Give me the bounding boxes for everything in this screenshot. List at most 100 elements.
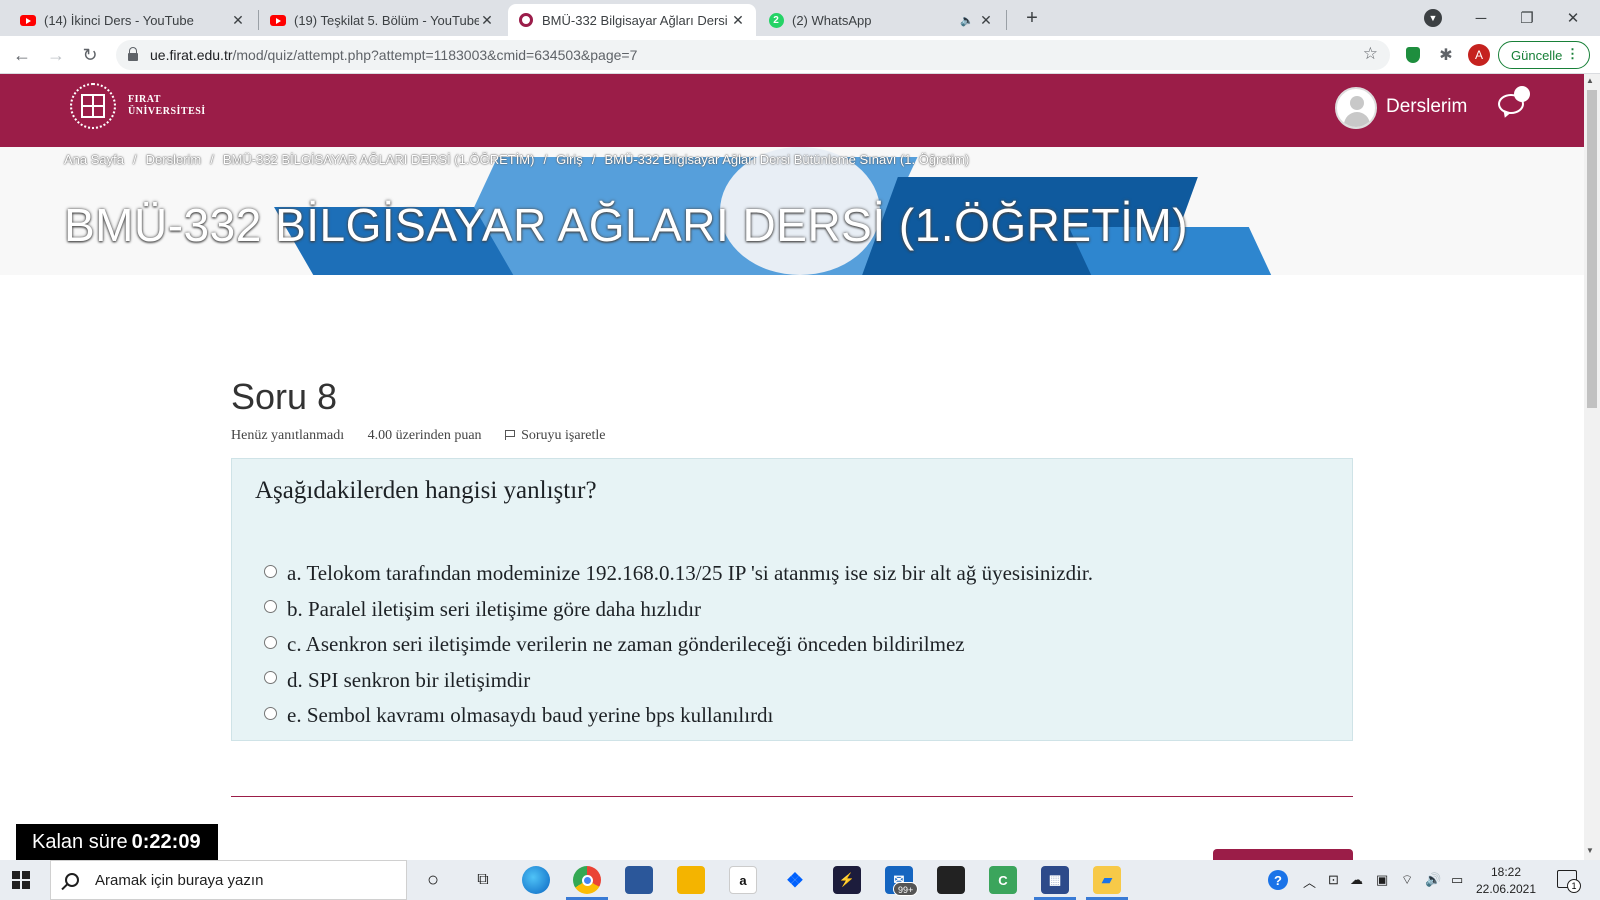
flag-icon bbox=[505, 430, 516, 440]
answer-label: b. Paralel iletişim seri iletişime göre … bbox=[287, 596, 702, 621]
notification-count: 1 bbox=[1567, 879, 1581, 893]
browser-tab-strip: (14) İkinci Ders - YouTube ✕ (19) Teşkil… bbox=[0, 0, 1600, 36]
profile-avatar[interactable]: A bbox=[1468, 44, 1490, 66]
breadcrumb-course[interactable]: BMÜ-332 BİLGİSAYAR AĞLARI DERSİ (1.ÖĞRET… bbox=[223, 152, 535, 167]
chevron-up-icon[interactable]: ︿ bbox=[1303, 872, 1316, 891]
answer-option-c[interactable]: c. Asenkron seri iletişimde verilerin ne… bbox=[264, 627, 1093, 663]
back-arrow-icon[interactable]: ← bbox=[10, 43, 34, 67]
onedrive-cloud-icon[interactable]: ☁ bbox=[1350, 872, 1363, 888]
tab-separator bbox=[258, 10, 259, 30]
file-explorer-icon[interactable] bbox=[677, 866, 705, 894]
store-bag-icon[interactable] bbox=[937, 866, 965, 894]
breadcrumb-home[interactable]: Ana Sayfa bbox=[64, 152, 124, 167]
speaker-icon[interactable]: 🔈 bbox=[956, 14, 978, 27]
battery-icon[interactable]: ▭ bbox=[1451, 872, 1463, 888]
tab-close-icon[interactable]: ✕ bbox=[479, 12, 495, 29]
window-close-icon[interactable]: ✕ bbox=[1550, 0, 1596, 36]
scrollbar-thumb[interactable] bbox=[1587, 90, 1597, 408]
scroll-up-arrow-icon[interactable]: ▲ bbox=[1586, 76, 1594, 85]
question-text: Aşağıdakilerden hangisi yanlıştır? bbox=[255, 477, 597, 504]
restore-icon[interactable]: ❐ bbox=[1504, 0, 1550, 36]
tab-close-icon[interactable]: ✕ bbox=[230, 12, 246, 29]
bookmark-star-icon[interactable]: ☆ bbox=[1363, 44, 1378, 64]
browser-tab-whatsapp[interactable]: 2 (2) WhatsApp 🔈 ✕ bbox=[758, 4, 1004, 36]
question-box: Aşağıdakilerden hangisi yanlıştır? a. Te… bbox=[231, 458, 1353, 741]
forward-arrow-icon[interactable]: → bbox=[44, 43, 68, 67]
amazon-icon[interactable]: a bbox=[729, 866, 757, 894]
search-placeholder: Aramak için buraya yazın bbox=[95, 871, 264, 889]
system-clock[interactable]: 18:22 22.06.2021 bbox=[1473, 864, 1539, 898]
browser-tab-youtube-1[interactable]: (14) İkinci Ders - YouTube ✕ bbox=[10, 4, 256, 36]
task-view-icon[interactable]: ⧉ bbox=[469, 866, 497, 894]
tab-close-icon[interactable]: ✕ bbox=[978, 12, 994, 29]
chrome-browser-icon[interactable] bbox=[573, 866, 601, 894]
course-title: BMÜ-332 BİLGİSAYAR AĞLARI DERSİ (1.ÖĞRET… bbox=[64, 199, 1189, 251]
cortana-circle-icon[interactable]: ○ bbox=[419, 866, 447, 894]
reload-icon[interactable]: ↻ bbox=[78, 43, 102, 67]
tab-close-icon[interactable]: ✕ bbox=[730, 12, 746, 29]
answer-option-d[interactable]: d. SPI senkron bir iletişimdir bbox=[264, 663, 1093, 699]
windows-start-icon[interactable] bbox=[12, 871, 30, 889]
tab-title: (2) WhatsApp bbox=[792, 12, 872, 28]
lock-icon bbox=[128, 47, 138, 61]
radio-button[interactable] bbox=[264, 706, 277, 720]
answer-label: d. SPI senkron bir iletişimdir bbox=[287, 667, 531, 692]
display-icon[interactable]: ▣ bbox=[1376, 872, 1388, 888]
logo-text: FIRAT ÜNİVERSİTESİ bbox=[128, 94, 206, 117]
youtube-icon bbox=[270, 12, 286, 28]
update-button[interactable]: Güncelle ⋮ bbox=[1498, 41, 1590, 69]
tab-title: BMÜ-332 Bilgisayar Ağları Dersi B bbox=[542, 12, 730, 28]
flag-question-link[interactable]: Soruyu işaretle bbox=[505, 428, 625, 443]
tab-title: (19) Teşkilat 5. Bölüm - YouTube bbox=[294, 12, 479, 28]
address-bar[interactable]: ue.firat.edu.tr/mod/quiz/attempt.php?att… bbox=[116, 40, 1390, 70]
url-path: /mod/quiz/attempt.php?attempt=1183003&cm… bbox=[232, 47, 638, 63]
firat-favicon-icon bbox=[518, 12, 534, 28]
puzzle-extensions-icon[interactable]: ✱ bbox=[1436, 45, 1456, 65]
question-heading: Soru 8 bbox=[231, 376, 338, 417]
wifi-icon[interactable]: ⌔ bbox=[1401, 872, 1413, 888]
timer-value: 0:22:09 bbox=[131, 830, 201, 853]
minimize-icon[interactable]: ─ bbox=[1458, 0, 1504, 36]
terminal-app-icon[interactable]: ⚡ bbox=[833, 866, 861, 894]
tab-separator bbox=[1006, 10, 1007, 30]
answer-option-b[interactable]: b. Paralel iletişim seri iletişime göre … bbox=[264, 592, 1093, 628]
browser-tab-youtube-2[interactable]: (19) Teşkilat 5. Bölüm - YouTube ✕ bbox=[260, 4, 505, 36]
window-app-icon[interactable] bbox=[625, 866, 653, 894]
timer-label: Kalan süre bbox=[32, 830, 128, 853]
volume-icon[interactable]: 🔊 bbox=[1425, 872, 1441, 888]
university-logo[interactable]: FIRAT ÜNİVERSİTESİ bbox=[70, 83, 206, 129]
breadcrumb-quiz[interactable]: BMÜ-332 Bilgisayar Ağları Dersi Bütünlem… bbox=[604, 152, 969, 167]
next-page-button[interactable] bbox=[1213, 849, 1353, 860]
user-avatar[interactable] bbox=[1335, 87, 1377, 129]
answer-option-e[interactable]: e. Sembol kavramı olmasaydı baud yerine … bbox=[264, 698, 1093, 734]
browser-tab-active-quiz[interactable]: BMÜ-332 Bilgisayar Ağları Dersi B ✕ bbox=[508, 4, 756, 36]
radio-button[interactable] bbox=[264, 564, 277, 578]
radio-button[interactable] bbox=[264, 635, 277, 649]
scroll-down-arrow-icon[interactable]: ▼ bbox=[1586, 846, 1594, 855]
breadcrumb-giris[interactable]: Giriş bbox=[556, 152, 583, 167]
calculator-icon[interactable]: ▦ bbox=[1041, 866, 1069, 894]
help-icon[interactable]: ? bbox=[1268, 870, 1288, 890]
question-points: 4.00 üzerinden puan bbox=[367, 428, 482, 443]
radio-button[interactable] bbox=[264, 600, 277, 614]
new-tab-button[interactable]: + bbox=[1018, 6, 1046, 32]
kebab-menu-icon[interactable]: ⋮ bbox=[1566, 46, 1579, 62]
radio-button[interactable] bbox=[264, 671, 277, 685]
breadcrumb-derslerim[interactable]: Derslerim bbox=[146, 152, 202, 167]
browser-toolbar: ← → ↻ ue.firat.edu.tr/mod/quiz/attempt.p… bbox=[0, 36, 1600, 74]
question-info: Henüz yanıtlanmadı 4.00 üzerinden puan S… bbox=[231, 428, 645, 444]
meet-now-icon[interactable]: ⊡ bbox=[1328, 872, 1339, 888]
mail-badge: 99+ bbox=[893, 882, 919, 896]
university-seal-icon bbox=[70, 83, 116, 129]
camtasia-icon[interactable]: C bbox=[989, 866, 1017, 894]
folder-icon[interactable]: ▰ bbox=[1093, 866, 1121, 894]
breadcrumb: Ana Sayfa / Derslerim / BMÜ-332 BİLGİSAYAR A… bbox=[64, 152, 970, 167]
nav-link-derslerim[interactable]: Derslerim bbox=[1386, 96, 1467, 118]
url-host: ue.firat.edu.tr bbox=[150, 47, 233, 63]
tab-search-chevron-icon[interactable]: ▼ bbox=[1424, 9, 1442, 27]
answer-option-a[interactable]: a. Telokom tarafından modeminize 192.168… bbox=[264, 556, 1093, 592]
dropbox-icon[interactable]: ❖ bbox=[781, 866, 809, 894]
taskbar-search-input[interactable]: Aramak için buraya yazın bbox=[50, 860, 407, 900]
edge-browser-icon[interactable] bbox=[522, 866, 550, 894]
shield-extension-icon[interactable] bbox=[1403, 45, 1423, 65]
